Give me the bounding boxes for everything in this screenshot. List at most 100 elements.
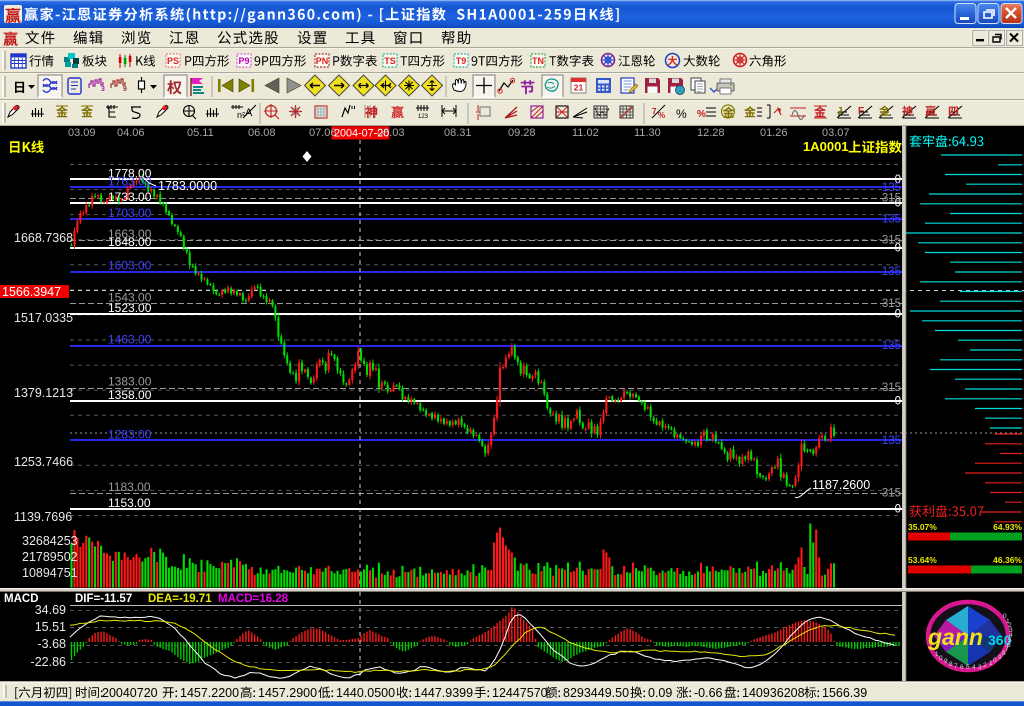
svg-text:53.64%: 53.64% bbox=[908, 555, 937, 565]
svg-text:MACD=16.28: MACD=16.28 bbox=[218, 593, 289, 605]
svg-text:15.51: 15.51 bbox=[35, 620, 66, 634]
svg-text:1383.00: 1383.00 bbox=[108, 375, 152, 389]
svg-text:1: 1 bbox=[935, 651, 939, 658]
svg-text:3: 3 bbox=[101, 86, 105, 93]
svg-text:5: 5 bbox=[966, 664, 970, 671]
svg-text:35.07%: 35.07% bbox=[908, 522, 937, 532]
svg-text:1733.00: 1733.00 bbox=[108, 190, 152, 204]
svg-text:DEA=-19.71: DEA=-19.71 bbox=[148, 593, 212, 605]
svg-text:06.08: 06.08 bbox=[248, 127, 276, 139]
svg-text:1: 1 bbox=[989, 660, 993, 667]
svg-text:A: A bbox=[245, 107, 253, 119]
svg-text:J: J bbox=[837, 106, 843, 117]
svg-text:1A0001: 1A0001 bbox=[803, 139, 849, 154]
svg-text:9: 9 bbox=[998, 654, 1002, 661]
svg-text:135: 135 bbox=[882, 435, 901, 447]
svg-text:05.11: 05.11 bbox=[187, 127, 214, 139]
svg-text:21789502: 21789502 bbox=[22, 550, 78, 564]
svg-text:12447570: 12447570 bbox=[492, 686, 548, 700]
svg-text:03.07: 03.07 bbox=[822, 127, 850, 139]
svg-text:1517.0335: 1517.0335 bbox=[14, 311, 73, 325]
svg-text:140936208: 140936208 bbox=[742, 686, 805, 700]
svg-text:8293449.50: 8293449.50 bbox=[563, 686, 629, 700]
svg-text:PS: PS bbox=[167, 56, 179, 66]
svg-text:F: F bbox=[858, 106, 864, 117]
svg-text:-22.86: -22.86 bbox=[31, 655, 66, 669]
svg-text:315: 315 bbox=[882, 382, 901, 394]
svg-text:4: 4 bbox=[972, 664, 976, 671]
svg-text:46.36%: 46.36% bbox=[993, 555, 1022, 565]
svg-text:03.09: 03.09 bbox=[68, 127, 96, 139]
svg-text:12.28: 12.28 bbox=[697, 127, 725, 139]
svg-text:%: % bbox=[697, 109, 706, 120]
svg-text:10894751: 10894751 bbox=[22, 566, 78, 580]
svg-text:0: 0 bbox=[895, 504, 901, 516]
svg-text:gann: gann bbox=[927, 624, 983, 650]
svg-text:09.28: 09.28 bbox=[508, 127, 536, 139]
svg-text:%: % bbox=[658, 111, 665, 120]
svg-text:TN: TN bbox=[532, 56, 544, 66]
svg-text:315: 315 bbox=[882, 488, 901, 500]
svg-text:1763.00: 1763.00 bbox=[108, 174, 152, 188]
svg-text:6: 6 bbox=[960, 664, 964, 671]
svg-text:11.30: 11.30 bbox=[634, 127, 661, 139]
svg-text:PN: PN bbox=[316, 56, 329, 66]
svg-text:0: 0 bbox=[993, 657, 997, 664]
svg-text:135: 135 bbox=[882, 266, 901, 278]
svg-text:0.09: 0.09 bbox=[648, 686, 672, 700]
svg-text:%: % bbox=[676, 107, 687, 121]
svg-text:123: 123 bbox=[418, 114, 429, 120]
svg-text:20040720: 20040720 bbox=[102, 686, 158, 700]
svg-text:07.06: 07.06 bbox=[309, 127, 337, 139]
svg-text:1139.7696: 1139.7696 bbox=[14, 510, 72, 524]
svg-text:08.31: 08.31 bbox=[444, 127, 472, 139]
svg-text:1283.00: 1283.00 bbox=[108, 427, 152, 441]
svg-text:8: 8 bbox=[949, 661, 953, 668]
svg-text:0: 0 bbox=[939, 655, 943, 662]
svg-text:7: 7 bbox=[652, 107, 657, 116]
svg-text:2: 2 bbox=[983, 662, 987, 669]
svg-text:3: 3 bbox=[978, 664, 982, 671]
svg-text:1566.3947: 1566.3947 bbox=[2, 285, 61, 299]
svg-text:DIF=-11.57: DIF=-11.57 bbox=[75, 593, 132, 605]
svg-text:21: 21 bbox=[574, 83, 584, 93]
svg-text:1447.9399: 1447.9399 bbox=[414, 686, 473, 700]
svg-text:315: 315 bbox=[882, 235, 901, 247]
svg-text:135: 135 bbox=[882, 213, 901, 225]
svg-text:1457.2900: 1457.2900 bbox=[258, 686, 317, 700]
svg-text:11.02: 11.02 bbox=[572, 127, 599, 139]
svg-text:135: 135 bbox=[882, 340, 901, 352]
svg-text:9: 9 bbox=[944, 658, 948, 665]
svg-text:01.26: 01.26 bbox=[760, 127, 788, 139]
svg-text:315: 315 bbox=[882, 298, 901, 310]
svg-text:9: 9 bbox=[123, 86, 127, 93]
svg-text:0: 0 bbox=[895, 395, 901, 407]
svg-text:MACD: MACD bbox=[4, 593, 39, 605]
svg-text:1457.2200: 1457.2200 bbox=[180, 686, 239, 700]
svg-text:2004-07-20: 2004-07-20 bbox=[334, 127, 389, 139]
svg-text:0: 0 bbox=[895, 308, 901, 320]
svg-text:1566.39: 1566.39 bbox=[822, 686, 867, 700]
svg-text:-3.68: -3.68 bbox=[38, 637, 67, 651]
svg-text:32684253: 32684253 bbox=[22, 534, 78, 548]
svg-text:1358.00: 1358.00 bbox=[108, 388, 152, 402]
svg-text:1783.0000: 1783.0000 bbox=[158, 179, 217, 193]
svg-text:1183.00: 1183.00 bbox=[108, 480, 151, 494]
svg-text:1663.00: 1663.00 bbox=[108, 227, 152, 241]
svg-text:1440.0500: 1440.0500 bbox=[336, 686, 395, 700]
svg-text:1603.00: 1603.00 bbox=[108, 259, 152, 273]
svg-text:8: 8 bbox=[1002, 650, 1006, 657]
svg-text:-0.66: -0.66 bbox=[694, 686, 723, 700]
svg-text:7: 7 bbox=[954, 663, 958, 670]
svg-text:1543.00: 1543.00 bbox=[108, 290, 152, 304]
svg-text:n²: n² bbox=[237, 110, 245, 120]
svg-text:1703.00: 1703.00 bbox=[108, 206, 152, 220]
svg-text:315: 315 bbox=[882, 192, 901, 204]
svg-text:1463.00: 1463.00 bbox=[108, 333, 152, 347]
svg-text:34.69: 34.69 bbox=[35, 603, 66, 617]
svg-text:P9: P9 bbox=[238, 56, 249, 66]
svg-text:04.06: 04.06 bbox=[117, 127, 145, 139]
svg-text:1153.00: 1153.00 bbox=[108, 496, 151, 510]
svg-text:TS: TS bbox=[384, 56, 396, 66]
svg-text:1668.7368: 1668.7368 bbox=[14, 231, 73, 245]
